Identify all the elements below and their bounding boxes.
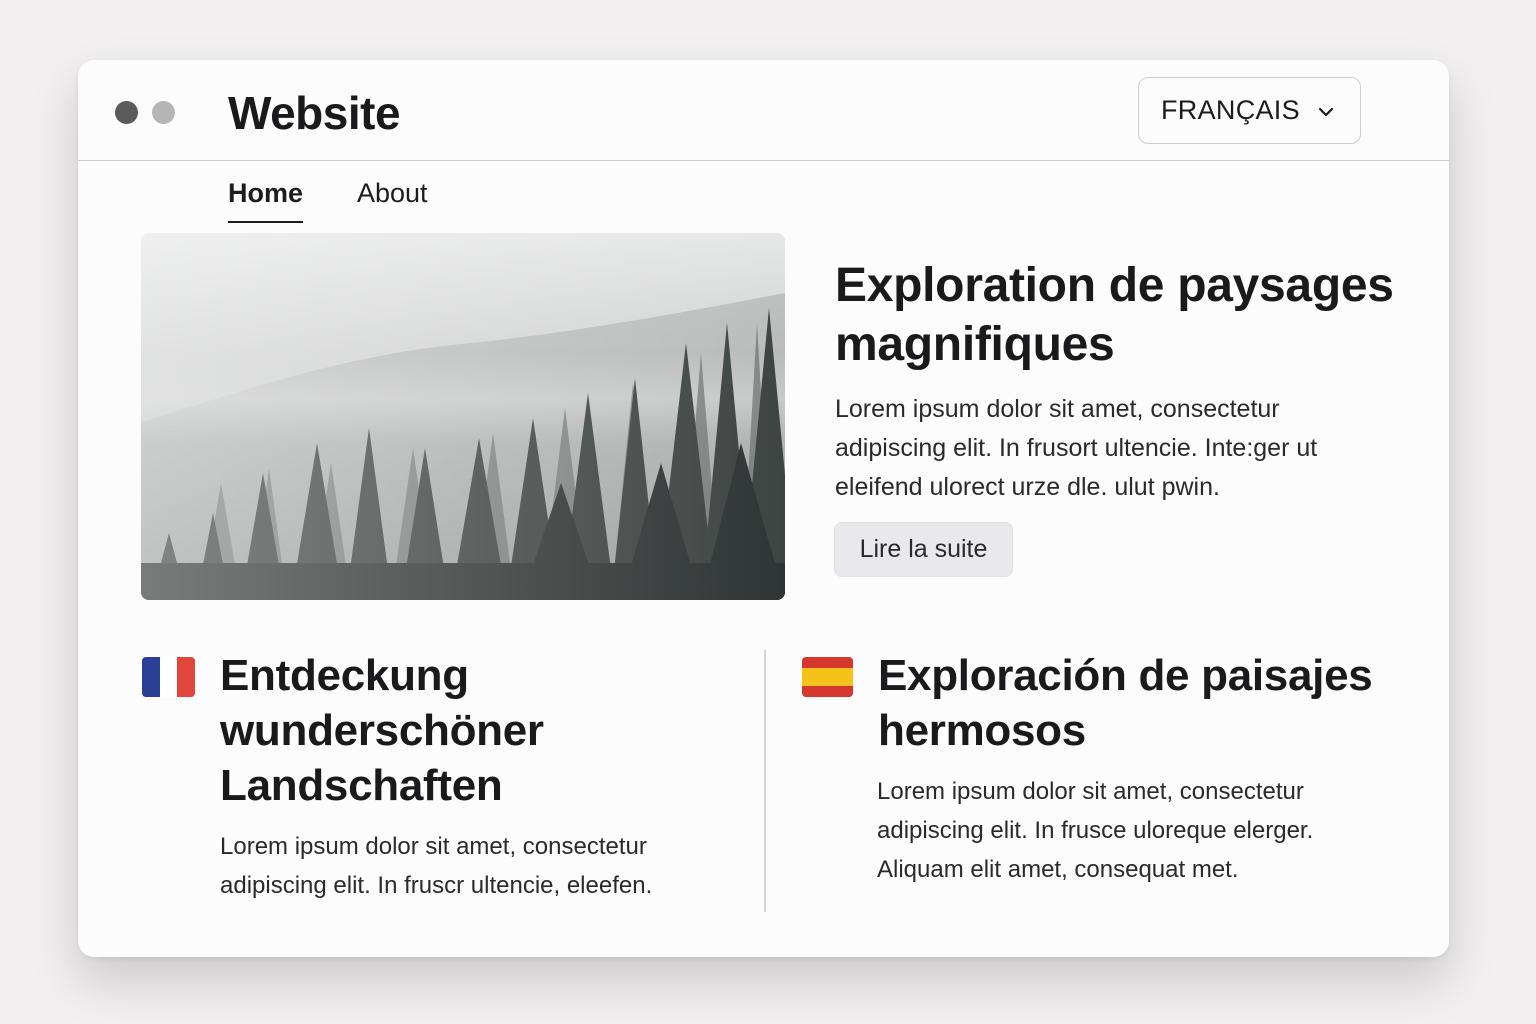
language-select[interactable]: FRANÇAIS [1138, 77, 1361, 144]
window-close-dot[interactable] [115, 101, 138, 124]
site-title: Website [228, 87, 401, 139]
hero-title: Exploration de paysages magnifiques [835, 259, 1394, 371]
language-select-value: FRANÇAIS [1161, 95, 1300, 125]
hero-body: Lorem ipsum dolor sit amet, consectetur … [835, 395, 1318, 501]
misty-forest-image [141, 233, 785, 600]
window-minimize-dot[interactable] [152, 101, 175, 124]
flag-fr-icon [142, 657, 195, 697]
column-divider [764, 650, 766, 912]
nav-item-about[interactable]: About [357, 178, 428, 221]
card-title-es: Exploración de paisajes hermosos [878, 651, 1373, 755]
header-bar: Website FRANÇAIS [78, 60, 1449, 161]
card-body-es: Lorem ipsum dolor sit amet, consectetur … [877, 778, 1314, 883]
card-body-de: Lorem ipsum dolor sit amet, consectetur … [220, 833, 653, 899]
chevron-down-icon [1318, 107, 1334, 117]
flag-es-icon [802, 657, 853, 697]
read-more-button[interactable]: Lire la suite [834, 522, 1013, 577]
card-title-de: Entdeckung wunderschöner Landschaften [220, 651, 544, 810]
browser-window: Website FRANÇAIS Home About Exploration … [78, 60, 1449, 957]
nav-item-home[interactable]: Home [228, 178, 304, 223]
